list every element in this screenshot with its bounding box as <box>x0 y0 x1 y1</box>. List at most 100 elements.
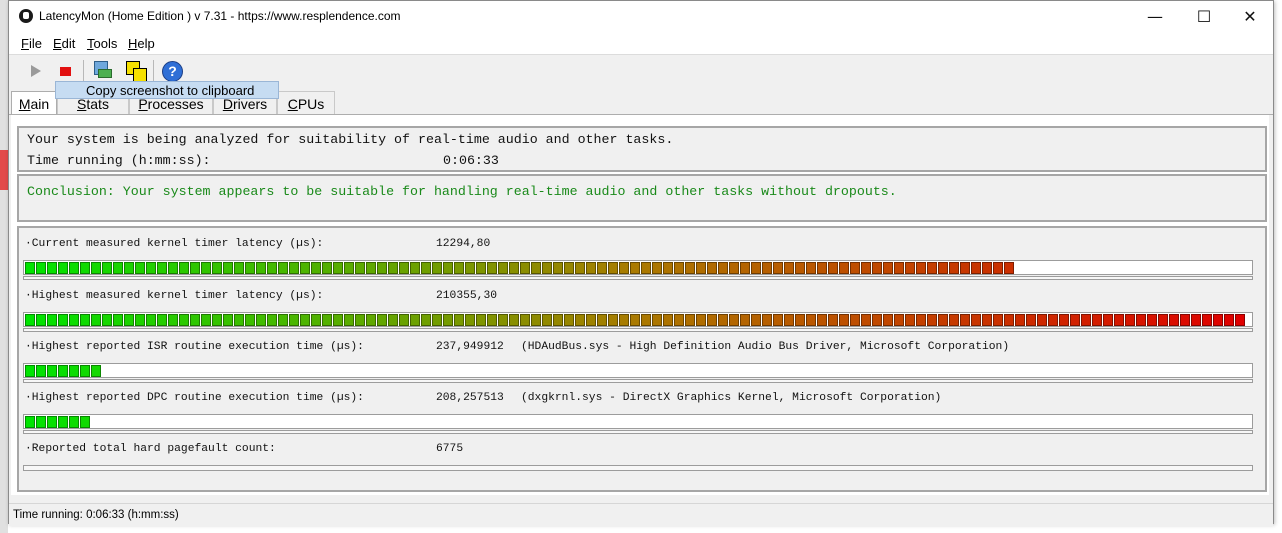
conclusion-panel: Conclusion: Your system appears to be su… <box>17 174 1267 222</box>
bar-segment <box>201 314 211 326</box>
bar-segment <box>696 314 706 326</box>
maximize-button[interactable]: ☐ <box>1181 1 1227 32</box>
menu-tools[interactable]: Tools <box>87 36 117 51</box>
bar-segment <box>498 262 508 274</box>
bar-segment <box>256 314 266 326</box>
bar-segment <box>113 262 123 274</box>
bar-segment <box>47 365 57 377</box>
bar-segment <box>729 314 739 326</box>
title-bar[interactable]: LatencyMon (Home Edition ) v 7.31 - http… <box>9 1 1273 32</box>
bar-segment <box>179 262 189 274</box>
bar-segment <box>1037 314 1047 326</box>
menu-edit[interactable]: Edit <box>53 36 75 51</box>
bar-segment <box>498 314 508 326</box>
bar-segment <box>168 262 178 274</box>
bar-segment <box>982 314 992 326</box>
bar-segment <box>124 314 134 326</box>
bar-segment <box>1136 314 1146 326</box>
help-button[interactable]: ? <box>160 60 184 82</box>
bar-segment <box>278 314 288 326</box>
bar-segment <box>366 314 376 326</box>
bar-segment <box>652 262 662 274</box>
status-bar: Time running: 0:06:33 (h:mm:ss) <box>9 503 1273 526</box>
start-monitoring-button[interactable] <box>23 60 47 82</box>
bar-segment <box>982 262 992 274</box>
copy-screenshot-tooltip: Copy screenshot to clipboard <box>55 81 279 99</box>
bar-segment <box>949 262 959 274</box>
bar-segment <box>806 314 816 326</box>
bar-segment <box>674 314 684 326</box>
bar-segment <box>597 314 607 326</box>
copy-screenshot-button[interactable] <box>123 60 147 82</box>
bar-segment <box>410 262 420 274</box>
bar-segment <box>872 262 882 274</box>
bar-segment <box>685 262 695 274</box>
bar-segment <box>795 262 805 274</box>
menu-file[interactable]: File <box>21 36 42 51</box>
bar-segment <box>1158 314 1168 326</box>
bar-segment <box>872 314 882 326</box>
bar-segment <box>894 262 904 274</box>
bar-segment <box>190 262 200 274</box>
stop-monitoring-button[interactable] <box>54 60 78 82</box>
bar-segment <box>487 262 497 274</box>
window-title: LatencyMon (Home Edition ) v 7.31 - http… <box>39 9 401 23</box>
bar-segment <box>938 314 948 326</box>
latency-bar-baseline <box>23 276 1253 280</box>
bar-segment <box>377 262 387 274</box>
menu-help[interactable]: Help <box>128 36 155 51</box>
bar-segment <box>245 262 255 274</box>
bar-segment <box>344 314 354 326</box>
tab-cpus-label: PUs <box>297 96 325 112</box>
latency-bar-baseline <box>23 328 1253 332</box>
tab-main[interactable]: Main <box>11 91 57 116</box>
bar-segment <box>487 314 497 326</box>
minimize-button[interactable]: — <box>1132 1 1178 32</box>
bar-segment <box>531 314 541 326</box>
bar-segment <box>685 314 695 326</box>
bar-segment <box>916 262 926 274</box>
bar-segment <box>201 262 211 274</box>
close-button[interactable]: ✕ <box>1227 1 1273 32</box>
bar-segment <box>355 314 365 326</box>
bar-segment <box>1070 314 1080 326</box>
bar-segment <box>663 314 673 326</box>
bar-segment <box>36 365 46 377</box>
bar-segment <box>256 262 266 274</box>
tab-main-mnemonic: M <box>18 96 31 112</box>
toolbar-separator <box>153 60 154 82</box>
bar-segment <box>718 262 728 274</box>
bar-segment <box>608 262 618 274</box>
bar-segment <box>828 314 838 326</box>
bar-segment <box>399 262 409 274</box>
bar-segment <box>432 314 442 326</box>
metric-value: 12294,80 <box>436 238 491 250</box>
bar-segment <box>773 262 783 274</box>
bar-segment <box>564 262 574 274</box>
bar-segment <box>773 314 783 326</box>
bar-segment <box>1147 314 1157 326</box>
drivers-button[interactable] <box>89 60 113 82</box>
bar-segment <box>971 262 981 274</box>
metric-detail: (dxgkrnl.sys - DirectX Graphics Kernel, … <box>521 392 942 404</box>
bar-segment <box>168 314 178 326</box>
analysis-message: Your system is being analyzed for suitab… <box>27 132 674 147</box>
pagefault-bar <box>23 465 1253 471</box>
bar-segment <box>575 314 585 326</box>
bar-segment <box>432 262 442 274</box>
menu-edit-label: dit <box>61 36 76 51</box>
metrics-panel: ·Current measured kernel timer latency (… <box>17 226 1267 492</box>
bar-segment <box>454 262 464 274</box>
bar-segment <box>80 416 90 428</box>
bar-segment <box>762 314 772 326</box>
bar-segment <box>344 262 354 274</box>
menu-bar: File Edit Tools Help <box>9 32 1273 54</box>
metric-value: 210355,30 <box>436 290 498 302</box>
bar-segment <box>58 262 68 274</box>
latency-bar-baseline <box>23 379 1253 383</box>
bar-segment <box>212 262 222 274</box>
tab-cpus[interactable]: CPUs <box>277 91 335 114</box>
bar-segment <box>553 314 563 326</box>
bar-segment <box>69 262 79 274</box>
time-running-label: Time running (h:mm:ss): <box>27 153 211 168</box>
